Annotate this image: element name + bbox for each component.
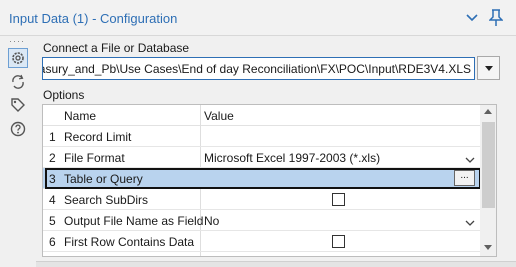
option-name: Record Limit: [64, 130, 132, 144]
file-format-dropdown[interactable]: Microsoft Excel 1997-2003 (*.xls): [201, 148, 480, 167]
side-rail: ····: [0, 36, 36, 267]
options-grid: Name Value 1 Record Limit 2 File Format …: [42, 104, 497, 257]
connection-icon[interactable]: [10, 74, 26, 90]
connection-path: nT\Treasury_and_Pb\Use Cases\End of day …: [42, 62, 471, 76]
row-number: 3: [49, 172, 56, 186]
row-number: 5: [49, 214, 56, 228]
option-name: Output File Name as Field: [64, 214, 204, 228]
option-name: Table or Query: [64, 172, 143, 186]
grid-header: Name Value: [43, 105, 480, 126]
connect-label: Connect a File or Database: [43, 41, 190, 55]
configuration-window: Input Data (1) - Configuration ···· Conn…: [0, 0, 516, 267]
column-header-name: Name: [64, 109, 97, 123]
option-row-table-or-query[interactable]: 3 Table or Query ...: [43, 168, 481, 189]
option-row-search-subdirs[interactable]: 4 Search SubDirs: [43, 189, 480, 210]
options-label: Options: [43, 88, 85, 102]
output-file-name-dropdown[interactable]: No: [201, 211, 480, 230]
option-row-first-row-data[interactable]: 6 First Row Contains Data: [43, 231, 480, 252]
option-row-file-format[interactable]: 2 File Format Microsoft Excel 1997-2003 …: [43, 147, 480, 168]
scroll-up-arrow-icon[interactable]: [484, 109, 492, 114]
rail-dots: ····: [9, 36, 25, 46]
search-subdirs-checkbox[interactable]: [332, 193, 345, 206]
column-header-value: Value: [204, 109, 234, 123]
option-row-record-limit[interactable]: 1 Record Limit: [43, 126, 480, 147]
tag-icon[interactable]: [10, 97, 26, 113]
connection-dropdown-button[interactable]: [477, 56, 500, 80]
option-name: File Format: [64, 151, 125, 165]
chevron-down-icon[interactable]: [465, 11, 479, 25]
row-number: 1: [49, 130, 56, 144]
row-number: 6: [49, 235, 56, 249]
row-number: 4: [49, 193, 56, 207]
browse-ellipsis-button[interactable]: ...: [454, 170, 475, 186]
window-title: Input Data (1) - Configuration: [9, 11, 178, 26]
bottom-strip: [36, 261, 516, 267]
row-number: 2: [49, 151, 56, 165]
gear-icon[interactable]: [8, 48, 28, 68]
configuration-header: Input Data (1) - Configuration: [0, 0, 516, 36]
chevron-down-icon: [465, 153, 475, 163]
chevron-down-icon: [465, 216, 475, 226]
first-row-data-checkbox[interactable]: [332, 235, 345, 248]
option-name: Search SubDirs: [64, 193, 149, 207]
pin-icon[interactable]: [488, 9, 504, 27]
option-row-output-file-name[interactable]: 5 Output File Name as Field No: [43, 210, 480, 231]
scroll-thumb[interactable]: [482, 122, 495, 208]
help-icon[interactable]: [10, 121, 26, 137]
vertical-scrollbar[interactable]: [480, 105, 496, 256]
scroll-down-arrow-icon[interactable]: [484, 245, 492, 250]
connection-input[interactable]: nT\Treasury_and_Pb\Use Cases\End of day …: [42, 57, 475, 80]
output-file-name-value: No: [204, 214, 220, 228]
file-format-value: Microsoft Excel 1997-2003 (*.xls): [204, 151, 381, 165]
option-name: First Row Contains Data: [64, 235, 195, 249]
